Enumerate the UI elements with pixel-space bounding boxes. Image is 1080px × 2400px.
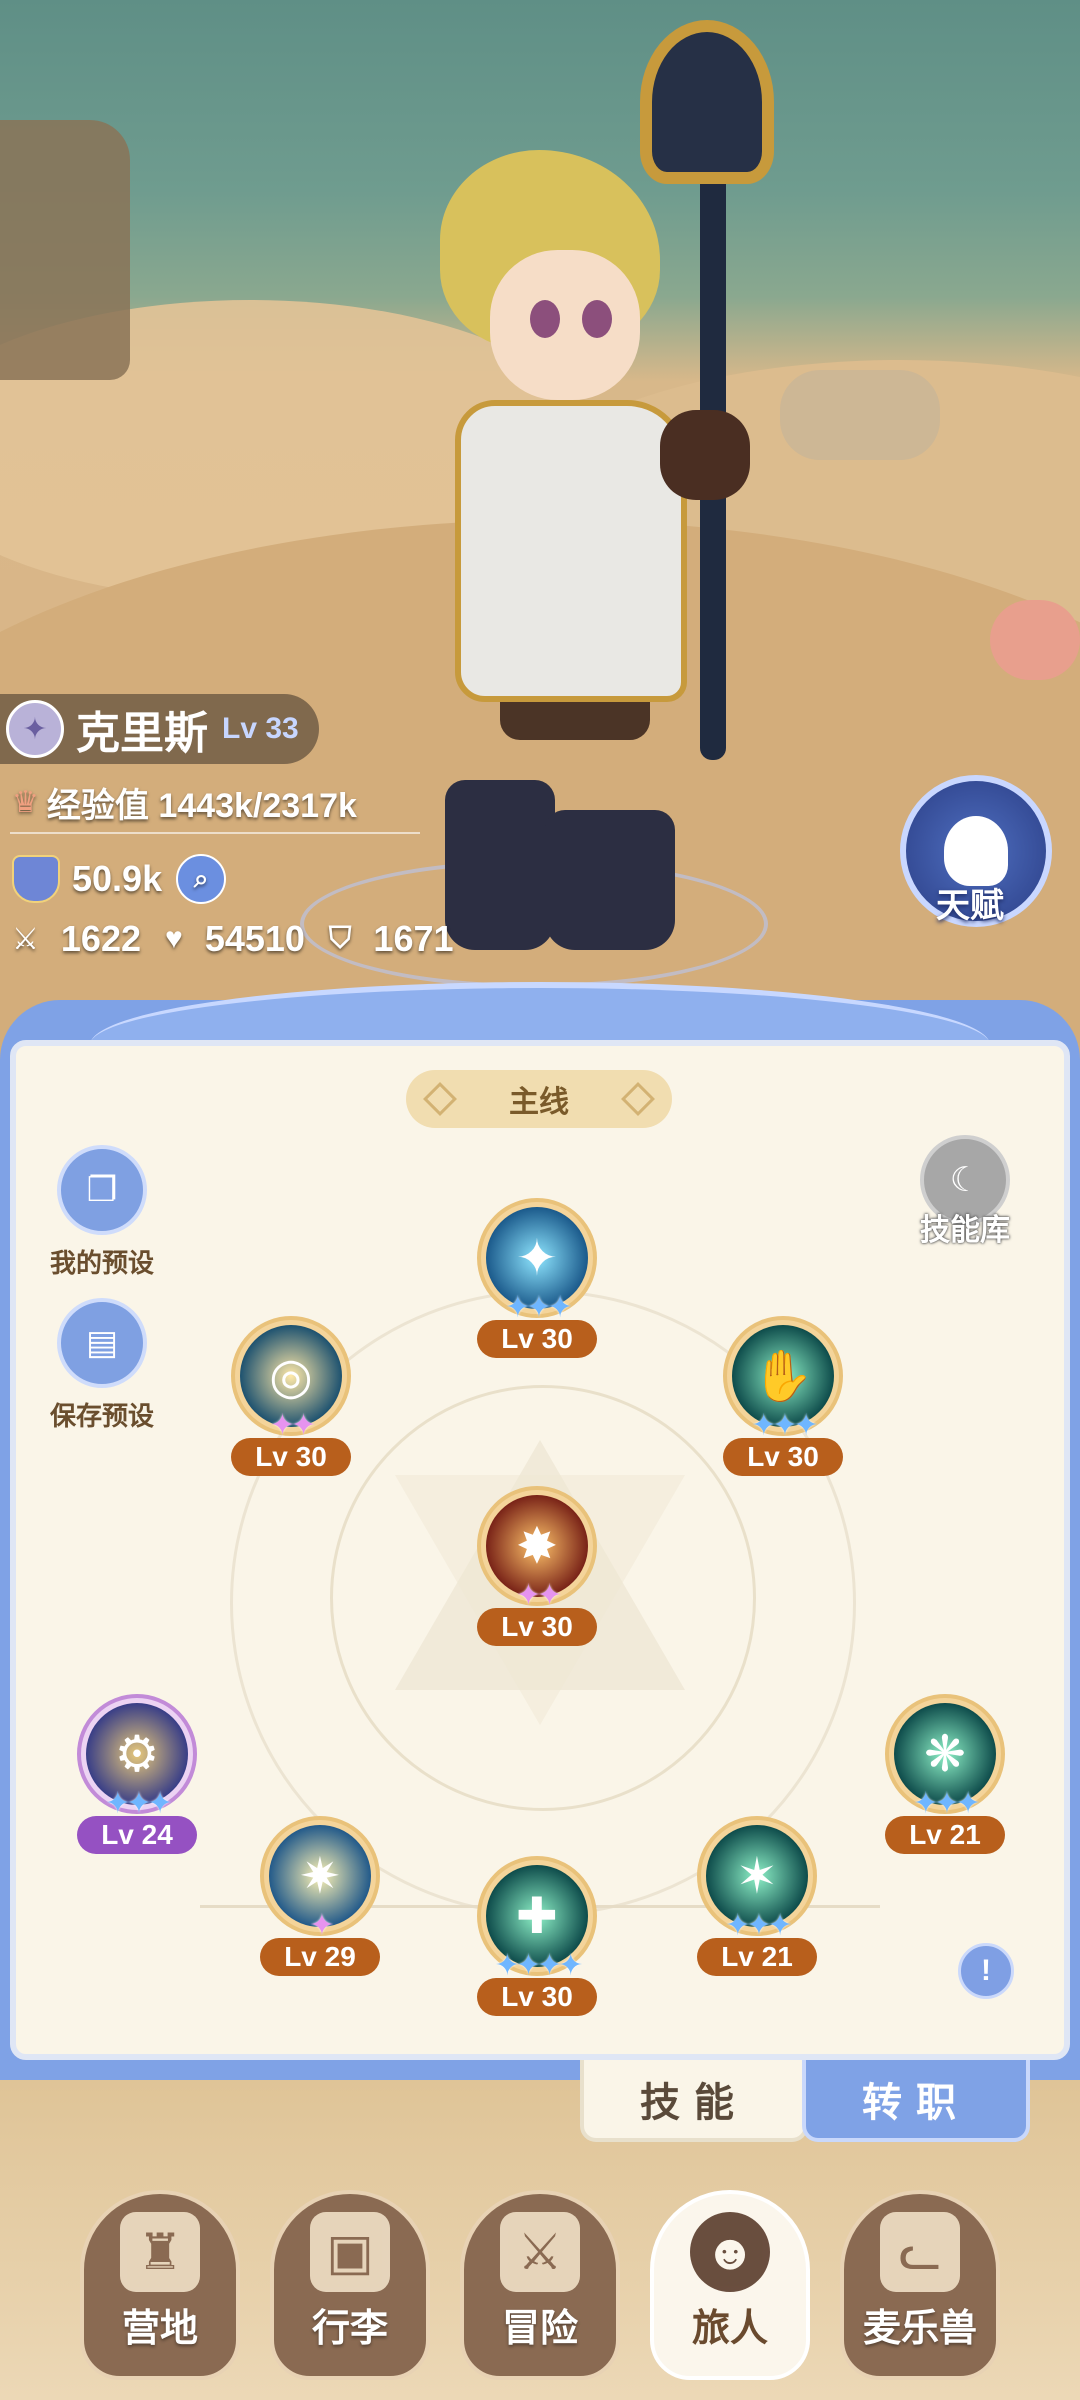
section-title[interactable]: 主线 (406, 1070, 672, 1128)
diamond-ornament-icon (423, 1082, 457, 1116)
character-name-pill[interactable]: ✦ 克里斯 Lv 33 (0, 694, 319, 764)
rock (0, 120, 130, 380)
nav-label: 营地 (121, 2308, 198, 2350)
cat-beast-icon: ᓚ (880, 2212, 960, 2292)
coat (455, 400, 687, 702)
skill-level: Lv 21 (885, 1816, 1005, 1854)
exp-text: 经验值 1443k/2317k (46, 787, 357, 825)
skill-level: Lv 30 (477, 1978, 597, 2016)
class-emblem-icon: ✦ (6, 700, 64, 758)
glove (660, 410, 750, 500)
exp-row: ♛ 经验值 1443k/2317k (12, 778, 357, 827)
tab-skill[interactable]: 技能 (580, 2060, 808, 2142)
power-row: 50.9k ⌕ (12, 854, 227, 904)
power-value: 50.9k (72, 858, 163, 899)
nav-adventure[interactable]: ⚔ 冒险 (460, 2190, 620, 2380)
skill-level: Lv 30 (723, 1438, 843, 1476)
nav-camp[interactable]: ♜ 营地 (80, 2190, 240, 2380)
search-icon[interactable]: ⌕ (176, 854, 227, 904)
traveler-portrait-icon: ☻ (690, 2212, 770, 2292)
rock (780, 370, 940, 460)
nav-label: 行李 (311, 2308, 388, 2350)
character-name: 克里斯 (76, 709, 208, 758)
brain-head-icon (944, 816, 1008, 886)
boot (545, 810, 675, 950)
skill-slot-row-a[interactable]: ⚙ ✦✦✦ Lv 24 (72, 1694, 202, 1854)
power-shield-icon (12, 855, 60, 903)
my-presets-label: 我的预设 (49, 1248, 154, 1278)
nav-melebeast[interactable]: ᓚ 麦乐兽 (840, 2190, 1000, 2380)
character-level: Lv 33 (222, 712, 299, 745)
attack-swords-icon: ⚔ (12, 922, 39, 956)
talent-label: 天赋 (936, 887, 1004, 925)
save-presets-button[interactable]: ▤ 保存预设 (32, 1298, 172, 1433)
skill-level: Lv 24 (77, 1816, 197, 1854)
exp-divider (10, 832, 420, 834)
nav-traveler[interactable]: ☻ 旅人 (650, 2190, 810, 2380)
nav-label: 麦乐兽 (862, 2308, 977, 2350)
crown-icon: ♛ (12, 786, 39, 819)
skill-slot-row-e[interactable]: ❋ ✦✦✦ Lv 21 (880, 1694, 1010, 1854)
castle-icon: ♜ (120, 2212, 200, 2292)
face (490, 250, 640, 400)
save-disk-icon: ▤ (57, 1298, 147, 1388)
eye (582, 300, 612, 338)
info-button[interactable]: ! (958, 1943, 1014, 1999)
skill-slot-row-c[interactable]: ✚ ✦✦✦✦ Lv 30 (472, 1856, 602, 2016)
crossed-swords-icon: ⚔ (500, 2212, 580, 2292)
save-presets-label: 保存预设 (49, 1401, 154, 1431)
tab-job-change[interactable]: 转职 (802, 2060, 1030, 2142)
skill-level: Lv 29 (260, 1938, 380, 1976)
diamond-ornament-icon (621, 1082, 655, 1116)
skill-slot-upper-left[interactable]: ◎ ✦✦ Lv 30 (226, 1316, 356, 1476)
attack-value: 1622 (60, 918, 141, 959)
skill-slot-center[interactable]: ✸ ✦✦ Lv 30 (472, 1486, 602, 1646)
nav-label: 旅人 (691, 2308, 768, 2350)
skill-slot-row-b[interactable]: ✷ ✦ Lv 29 (255, 1816, 385, 1976)
my-presets-button[interactable]: ❐ 我的预设 (32, 1145, 172, 1280)
skill-level: Lv 30 (477, 1320, 597, 1358)
skill-level: Lv 30 (477, 1608, 597, 1646)
backpack-icon: ▣ (310, 2212, 390, 2292)
section-title-text: 主线 (509, 1086, 569, 1119)
nav-luggage[interactable]: ▣ 行李 (270, 2190, 430, 2380)
skill-level: Lv 21 (697, 1938, 817, 1976)
staff-head (640, 20, 774, 184)
defense-value: 1671 (373, 918, 454, 959)
skill-slot-row-d[interactable]: ✶ ✦✦✦ Lv 21 (692, 1816, 822, 1976)
skill-library-label: 技能库 (920, 1214, 1010, 1247)
hp-value: 54510 (204, 918, 305, 959)
skill-slot-upper-right[interactable]: ✋ ✦✦✦ Lv 30 (718, 1316, 848, 1476)
shield-icon: ⛉ (328, 922, 352, 955)
nav-label: 冒险 (501, 2308, 578, 2350)
skill-slot-top[interactable]: ✦ ✦✦✦ Lv 30 (472, 1198, 602, 1358)
skill-library-button[interactable]: ☾ 技能库 (895, 1135, 1035, 1249)
eye (530, 300, 560, 338)
cards-icon: ❐ (57, 1145, 147, 1235)
heart-icon: ♥ (165, 922, 183, 955)
coral (990, 600, 1080, 680)
attribute-row: ⚔ 1622 ♥ 54510 ⛉ 1671 (12, 918, 464, 960)
skill-level: Lv 30 (231, 1438, 351, 1476)
